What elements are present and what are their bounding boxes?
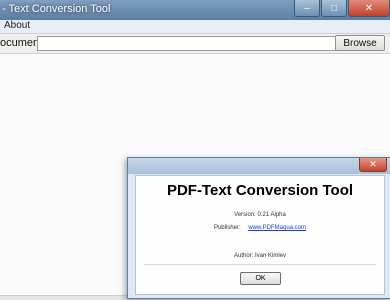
browse-button[interactable]: Browse: [335, 35, 385, 51]
publisher-row: Publisher: www.PDFMaqua.com: [136, 225, 384, 231]
about-dialog: ✕ PDF-Text Conversion Tool Version: 0.21…: [127, 157, 390, 299]
version-text: Version: 0.21 Alpha: [234, 212, 286, 218]
maximize-button[interactable]: □: [321, 0, 347, 17]
author-text: Author: Ivan Kimlev: [233, 253, 287, 259]
about-dialog-titlebar[interactable]: ✕: [128, 158, 390, 174]
publisher-label: Publisher:: [213, 225, 241, 231]
window-controls: – □ ✕: [293, 0, 390, 18]
window-titlebar[interactable]: - Text Conversion Tool – □ ✕: [0, 0, 390, 20]
publisher-link[interactable]: www.PDFMaqua.com: [248, 225, 306, 231]
ok-button[interactable]: OK: [240, 272, 281, 285]
about-dialog-close-button[interactable]: ✕: [359, 158, 387, 172]
menu-bar: About: [0, 20, 390, 34]
menu-item-about[interactable]: About: [4, 20, 30, 31]
close-button[interactable]: ✕: [348, 0, 390, 17]
minimize-button[interactable]: –: [294, 0, 320, 17]
window-title: - Text Conversion Tool: [2, 3, 111, 15]
about-dialog-title: PDF-Text Conversion Tool: [166, 182, 354, 199]
document-path-input[interactable]: [37, 36, 336, 51]
about-dialog-body: PDF-Text Conversion Tool Version: 0.21 A…: [135, 175, 385, 295]
document-row: ocument: Browse: [0, 34, 390, 54]
divider: [144, 264, 376, 265]
